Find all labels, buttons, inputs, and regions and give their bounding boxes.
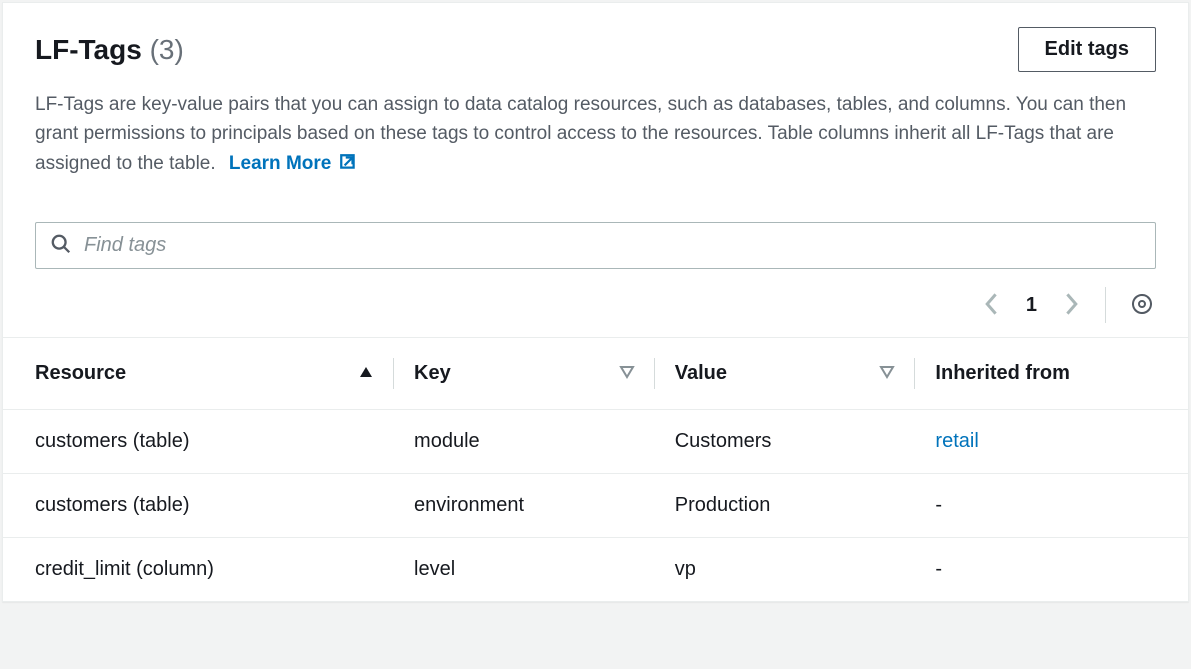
cell-value: Customers — [655, 410, 916, 474]
cell-value: Production — [655, 474, 916, 538]
sort-asc-icon — [358, 362, 374, 385]
lf-tags-panel: LF-Tags (3) Edit tags LF-Tags are key-va… — [2, 2, 1189, 602]
col-header-resource[interactable]: Resource — [3, 338, 394, 410]
panel-header: LF-Tags (3) Edit tags LF-Tags are key-va… — [3, 3, 1188, 202]
gear-icon — [1130, 292, 1154, 319]
col-header-inherited[interactable]: Inherited from — [915, 338, 1188, 410]
pagination-row: 1 — [3, 281, 1188, 337]
inherited-link[interactable]: retail — [935, 430, 978, 452]
title-count: (3) — [150, 34, 184, 65]
table-body: customers (table) module Customers retai… — [3, 410, 1188, 602]
search-section — [3, 202, 1188, 281]
learn-more-text: Learn More — [229, 153, 331, 174]
cell-resource: credit_limit (column) — [3, 538, 394, 602]
prev-page-button[interactable] — [980, 288, 1004, 323]
cell-resource: customers (table) — [3, 474, 394, 538]
chevron-left-icon — [984, 292, 1000, 319]
search-icon — [50, 233, 72, 258]
cell-inherited: - — [915, 538, 1188, 602]
cell-inherited: - — [915, 474, 1188, 538]
pager: 1 — [980, 288, 1083, 323]
settings-button[interactable] — [1128, 290, 1156, 321]
cell-key: level — [394, 538, 655, 602]
divider — [1105, 287, 1106, 323]
header-row: LF-Tags (3) Edit tags — [35, 27, 1156, 72]
chevron-right-icon — [1063, 292, 1079, 319]
cell-key: environment — [394, 474, 655, 538]
sort-icon — [879, 362, 895, 385]
table-row: customers (table) module Customers retai… — [3, 410, 1188, 474]
cell-key: module — [394, 410, 655, 474]
next-page-button[interactable] — [1059, 288, 1083, 323]
table-row: credit_limit (column) level vp - — [3, 538, 1188, 602]
title-text: LF-Tags — [35, 34, 142, 65]
cell-inherited: retail — [915, 410, 1188, 474]
col-header-key[interactable]: Key — [394, 338, 655, 410]
description-text: LF-Tags are key-value pairs that you can… — [35, 94, 1126, 174]
search-box — [35, 222, 1156, 269]
page-number: 1 — [1026, 294, 1037, 317]
external-link-icon — [339, 151, 357, 180]
col-header-value[interactable]: Value — [655, 338, 916, 410]
cell-resource: customers (table) — [3, 410, 394, 474]
col-label: Key — [414, 362, 451, 385]
cell-value: vp — [655, 538, 916, 602]
edit-tags-button[interactable]: Edit tags — [1018, 27, 1156, 72]
col-label: Value — [675, 362, 727, 385]
search-input[interactable] — [84, 234, 1141, 257]
sort-icon — [619, 362, 635, 385]
table-header-row: Resource Key — [3, 338, 1188, 410]
tags-table: Resource Key — [3, 337, 1188, 601]
learn-more-link[interactable]: Learn More — [229, 153, 357, 174]
panel-description: LF-Tags are key-value pairs that you can… — [35, 90, 1156, 180]
table-row: customers (table) environment Production… — [3, 474, 1188, 538]
col-label: Inherited from — [935, 362, 1069, 385]
page-title: LF-Tags (3) — [35, 34, 184, 66]
col-label: Resource — [35, 362, 126, 385]
